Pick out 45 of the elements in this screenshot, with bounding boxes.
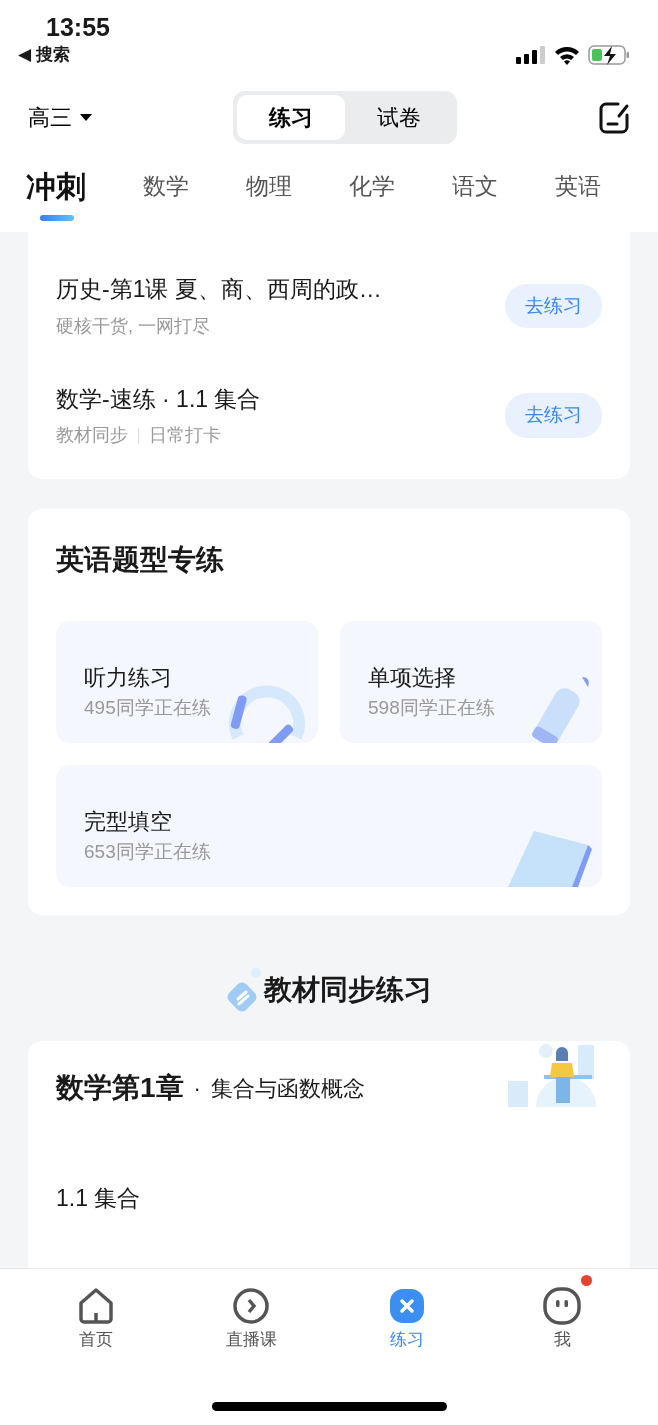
practice-icon	[387, 1287, 426, 1325]
section-title: 英语题型专练	[56, 543, 225, 577]
practice-count: 598同学正在练	[368, 696, 496, 720]
card-title: 听力练习	[84, 664, 173, 692]
lesson-title[interactable]: 1.1 集合	[56, 1181, 602, 1216]
chapter-subtitle: 集合与函数概念	[210, 1074, 365, 1103]
play-icon	[232, 1287, 271, 1325]
edit-icon[interactable]	[598, 100, 630, 135]
tab-bar-item[interactable]: 我	[512, 1275, 613, 1354]
back-link[interactable]: ◀ 搜索	[18, 42, 110, 68]
book-icon	[226, 967, 264, 1013]
tab-bar-item[interactable]: 练习	[356, 1275, 457, 1354]
practice-tag: 硬核干货, 一网打尽	[56, 312, 210, 340]
segment-tab[interactable]: 练习	[237, 95, 345, 140]
exercise-card[interactable]: 完型填空 653同学正在练	[56, 765, 602, 887]
practice-tag: 教材同步	[56, 422, 128, 449]
practice-title: 数学-速练 · 1.1 集合	[56, 384, 261, 414]
subject-tab[interactable]: 冲刺	[26, 164, 86, 223]
subject-tab[interactable]: 语文	[452, 169, 498, 218]
subject-tab[interactable]: 英语	[555, 169, 601, 218]
segment-tab[interactable]: 试卷	[345, 95, 453, 140]
section-title: 教材同步练习	[264, 973, 432, 1007]
tab-bar-item[interactable]: 直播课	[201, 1275, 302, 1354]
practice-title: 历史-第1课 夏、商、西周的政…	[56, 275, 382, 304]
chapter-title: 数学第1章	[56, 1071, 184, 1105]
face-icon	[543, 1287, 582, 1325]
subject-tab[interactable]: 物理	[246, 169, 292, 218]
practice-count: 495同学正在练	[84, 696, 212, 720]
subject-tab[interactable]: 化学	[349, 169, 395, 218]
battery-charging-icon	[588, 44, 630, 66]
home-icon	[76, 1287, 115, 1325]
status-time: 13:55	[46, 12, 110, 42]
tab-bar-item[interactable]: 首页	[45, 1275, 146, 1354]
caret-icon	[80, 113, 92, 122]
grade-dropdown[interactable]: 高三	[28, 101, 92, 134]
card-title: 单项选择	[368, 664, 457, 692]
exercise-card[interactable]: 听力练习 495同学正在练	[56, 621, 318, 743]
exercise-card[interactable]: 单项选择 598同学正在练	[340, 621, 602, 743]
card-title: 完型填空	[84, 808, 173, 836]
subject-tab[interactable]: 数学	[143, 169, 189, 218]
signal-icon	[516, 46, 546, 64]
practice-count: 653同学正在练	[84, 840, 212, 864]
practice-tag: 日常打卡	[149, 422, 221, 449]
wifi-icon	[554, 45, 580, 65]
chapter-separator: ·	[193, 1074, 201, 1103]
